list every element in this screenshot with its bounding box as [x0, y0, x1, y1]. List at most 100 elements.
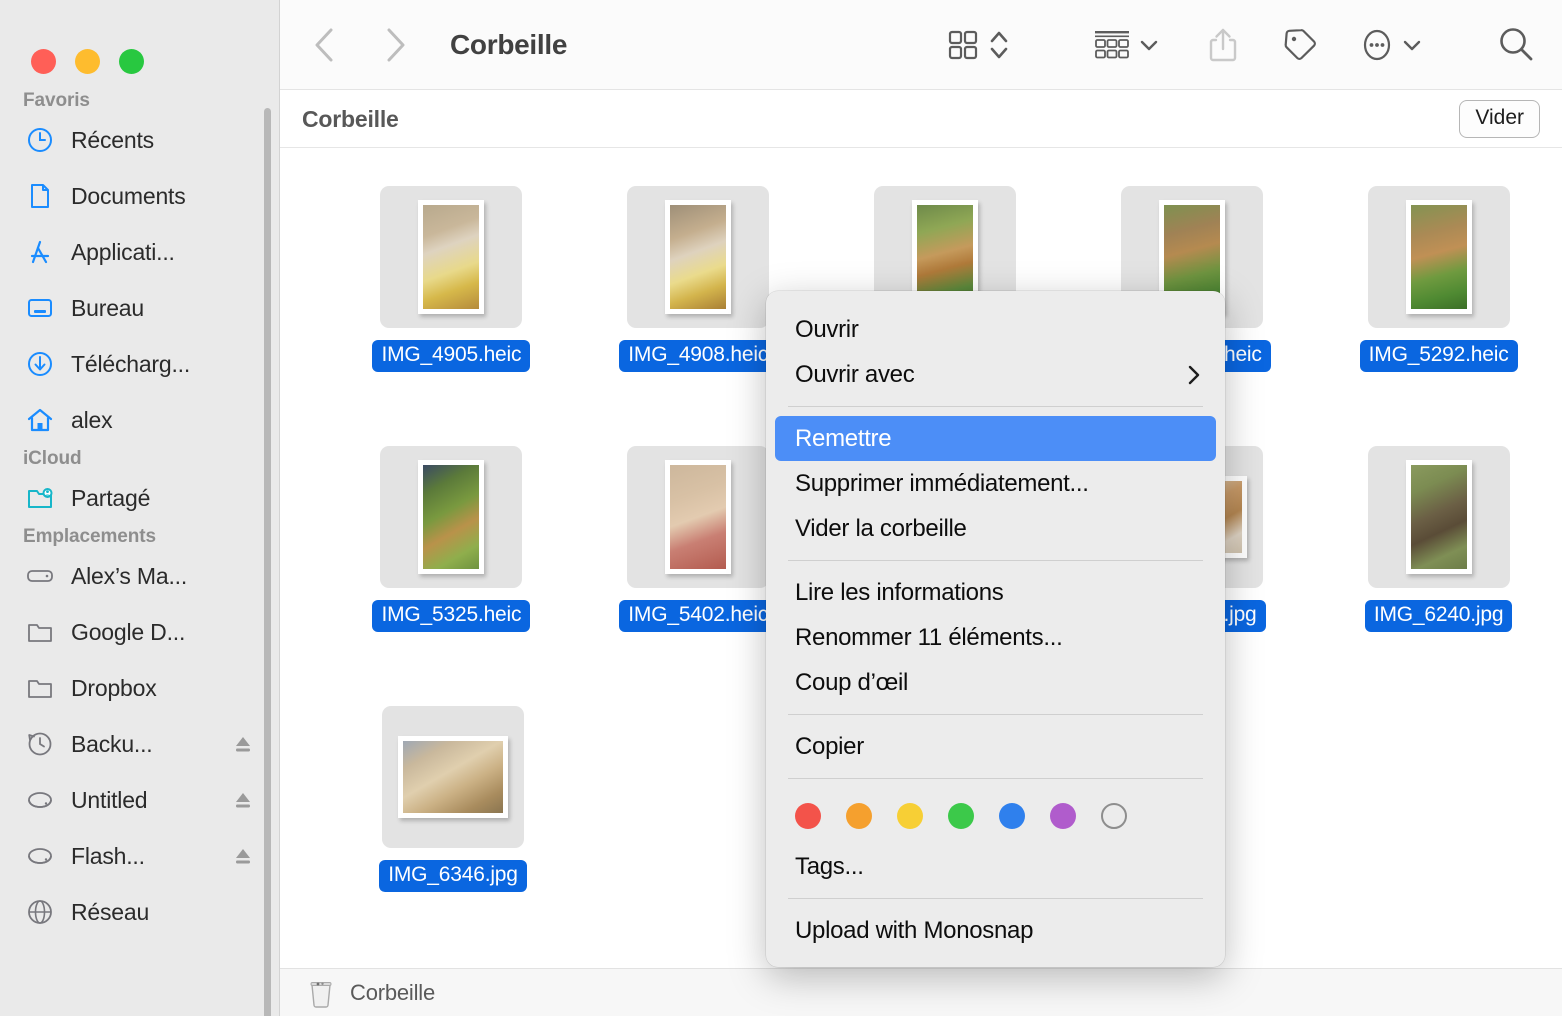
menu-item-label: Renommer 11 éléments...	[795, 623, 1063, 651]
chevron-left-icon	[315, 28, 333, 62]
file-thumbnail[interactable]	[1367, 446, 1510, 588]
photo-image	[1410, 205, 1467, 309]
folder-icon	[28, 624, 52, 642]
sidebar-item-applicati[interactable]: Applicati...	[0, 224, 280, 280]
file-item[interactable]: IMG_4905.heic	[328, 186, 575, 446]
tag-color-orange[interactable]	[846, 803, 872, 829]
more-actions-button[interactable]	[1359, 19, 1422, 71]
file-item[interactable]: IMG_6346.jpg	[328, 706, 578, 966]
file-item[interactable]: IMG_5292.heic	[1315, 186, 1562, 446]
sidebar-item-partag[interactable]: Partagé	[0, 470, 280, 526]
tag-color-blue[interactable]	[999, 803, 1025, 829]
file-thumbnail[interactable]	[380, 186, 523, 328]
sidebar-section-title: Favoris	[23, 90, 90, 111]
menu-separator	[788, 560, 1203, 561]
sidebar-item-label: Dropbox	[71, 674, 157, 701]
photo-frame	[1405, 200, 1472, 314]
forward-button[interactable]	[374, 23, 418, 67]
menu-item-supprimer-imm-diatement[interactable]: Supprimer immédiatement...	[766, 461, 1225, 506]
view-sort-button[interactable]	[988, 19, 1010, 71]
sidebar-scrollbar[interactable]	[264, 108, 271, 1016]
status-bar: Corbeille	[280, 968, 1562, 1016]
eject-button[interactable]	[232, 733, 254, 755]
menu-item-remettre[interactable]: Remettre	[775, 416, 1216, 461]
eject-icon[interactable]	[232, 733, 254, 755]
file-name-label[interactable]: IMG_4905.heic	[372, 340, 531, 372]
menu-item-ouvrir[interactable]: Ouvrir	[766, 307, 1225, 352]
sidebar-item-r-seau[interactable]: Réseau	[0, 884, 280, 940]
empty-trash-button[interactable]: Vider	[1459, 100, 1540, 138]
sidebar-item-label: Partagé	[71, 484, 151, 511]
file-name-label[interactable]: IMG_6346.jpg	[379, 860, 527, 892]
tag-icon	[1284, 29, 1316, 60]
menu-item-label: Upload with Monosnap	[795, 916, 1034, 944]
menu-item-coup-d-il[interactable]: Coup d’œil	[766, 660, 1225, 705]
file-name-label[interactable]: IMG_5292.heic	[1359, 340, 1518, 372]
share-button[interactable]	[1207, 19, 1239, 71]
group-chevron-button[interactable]	[1139, 38, 1159, 52]
zoom-button[interactable]	[119, 49, 144, 74]
photo-frame	[398, 736, 508, 818]
file-name-label[interactable]: IMG_5402.heic	[619, 600, 778, 632]
file-name-label[interactable]: IMG_6240.jpg	[1364, 600, 1513, 632]
group-by-button[interactable]	[1092, 19, 1159, 71]
sidebar-item-label: Applicati...	[71, 238, 175, 265]
context-menu[interactable]: Ouvrir Ouvrir avec Remettre Supprimer imméd…	[766, 291, 1225, 967]
menu-separator	[788, 406, 1203, 407]
eject-button[interactable]	[232, 789, 254, 811]
tag-color-none[interactable]	[1101, 803, 1127, 829]
tag-button[interactable]	[1281, 19, 1319, 71]
sidebar-item-documents[interactable]: Documents	[0, 168, 280, 224]
eject-icon[interactable]	[232, 845, 254, 867]
sidebar-item-alex-s-ma[interactable]: Alex’s Ma...	[0, 548, 280, 604]
file-thumbnail[interactable]	[627, 446, 770, 588]
home-icon	[27, 408, 53, 432]
sidebar-item-alex[interactable]: alex	[0, 392, 280, 448]
share-icon	[1209, 28, 1237, 62]
downloads-icon	[28, 352, 52, 376]
file-thumbnail[interactable]	[382, 706, 524, 848]
tag-color-purple[interactable]	[1050, 803, 1076, 829]
menu-item-upload-with-monosnap[interactable]: Upload with Monosnap	[766, 908, 1225, 953]
tag-color-red[interactable]	[795, 803, 821, 829]
menu-item-tags[interactable]: Tags...	[766, 844, 1225, 889]
sidebar-item-google-d[interactable]: Google D...	[0, 604, 280, 660]
sidebar-item-backu[interactable]: Backu...	[0, 716, 280, 772]
back-button[interactable]	[302, 23, 346, 67]
toolbar: Corbeille	[280, 0, 1562, 90]
tag-color-green[interactable]	[948, 803, 974, 829]
minimize-button[interactable]	[75, 49, 100, 74]
sidebar-item-flash[interactable]: Flash...	[0, 828, 280, 884]
file-thumbnail[interactable]	[380, 446, 523, 588]
more-chevron-button[interactable]	[1402, 38, 1422, 52]
search-icon	[1500, 28, 1533, 61]
view-mode-button[interactable]	[946, 19, 980, 71]
eject-button[interactable]	[232, 845, 254, 867]
menu-item-ouvrir-avec[interactable]: Ouvrir avec	[766, 352, 1225, 397]
photo-image	[403, 741, 503, 813]
tag-color-row	[766, 788, 1225, 844]
tag-color-yellow[interactable]	[897, 803, 923, 829]
sidebar-item-untitled[interactable]: Untitled	[0, 772, 280, 828]
shared-folder-icon	[25, 483, 55, 513]
file-thumbnail[interactable]	[627, 186, 770, 328]
file-item[interactable]: IMG_6240.jpg	[1315, 446, 1562, 706]
menu-item-vider-la-corbeille[interactable]: Vider la corbeille	[766, 506, 1225, 551]
file-item[interactable]: IMG_5325.heic	[328, 446, 575, 706]
search-button[interactable]	[1496, 19, 1536, 71]
sidebar-item-r-cents[interactable]: Récents	[0, 112, 280, 168]
menu-item-lire-les-informations[interactable]: Lire les informations	[766, 570, 1225, 615]
sidebar-item-dropbox[interactable]: Dropbox	[0, 660, 280, 716]
menu-item-copier[interactable]: Copier	[766, 724, 1225, 769]
menu-item-renommer-11-l-ments[interactable]: Renommer 11 éléments...	[766, 615, 1225, 660]
eject-icon[interactable]	[232, 789, 254, 811]
sidebar-item-bureau[interactable]: Bureau	[0, 280, 280, 336]
network-icon	[25, 897, 55, 927]
chevron-down-icon	[1403, 40, 1421, 51]
close-button[interactable]	[31, 49, 56, 74]
file-name-label[interactable]: IMG_5325.heic	[372, 600, 531, 632]
file-thumbnail[interactable]	[1367, 186, 1510, 328]
file-name-label[interactable]: IMG_4908.heic	[619, 340, 778, 372]
sidebar-item-t-l-charg[interactable]: Télécharg...	[0, 336, 280, 392]
sidebar-item-label: Backu...	[71, 730, 153, 757]
